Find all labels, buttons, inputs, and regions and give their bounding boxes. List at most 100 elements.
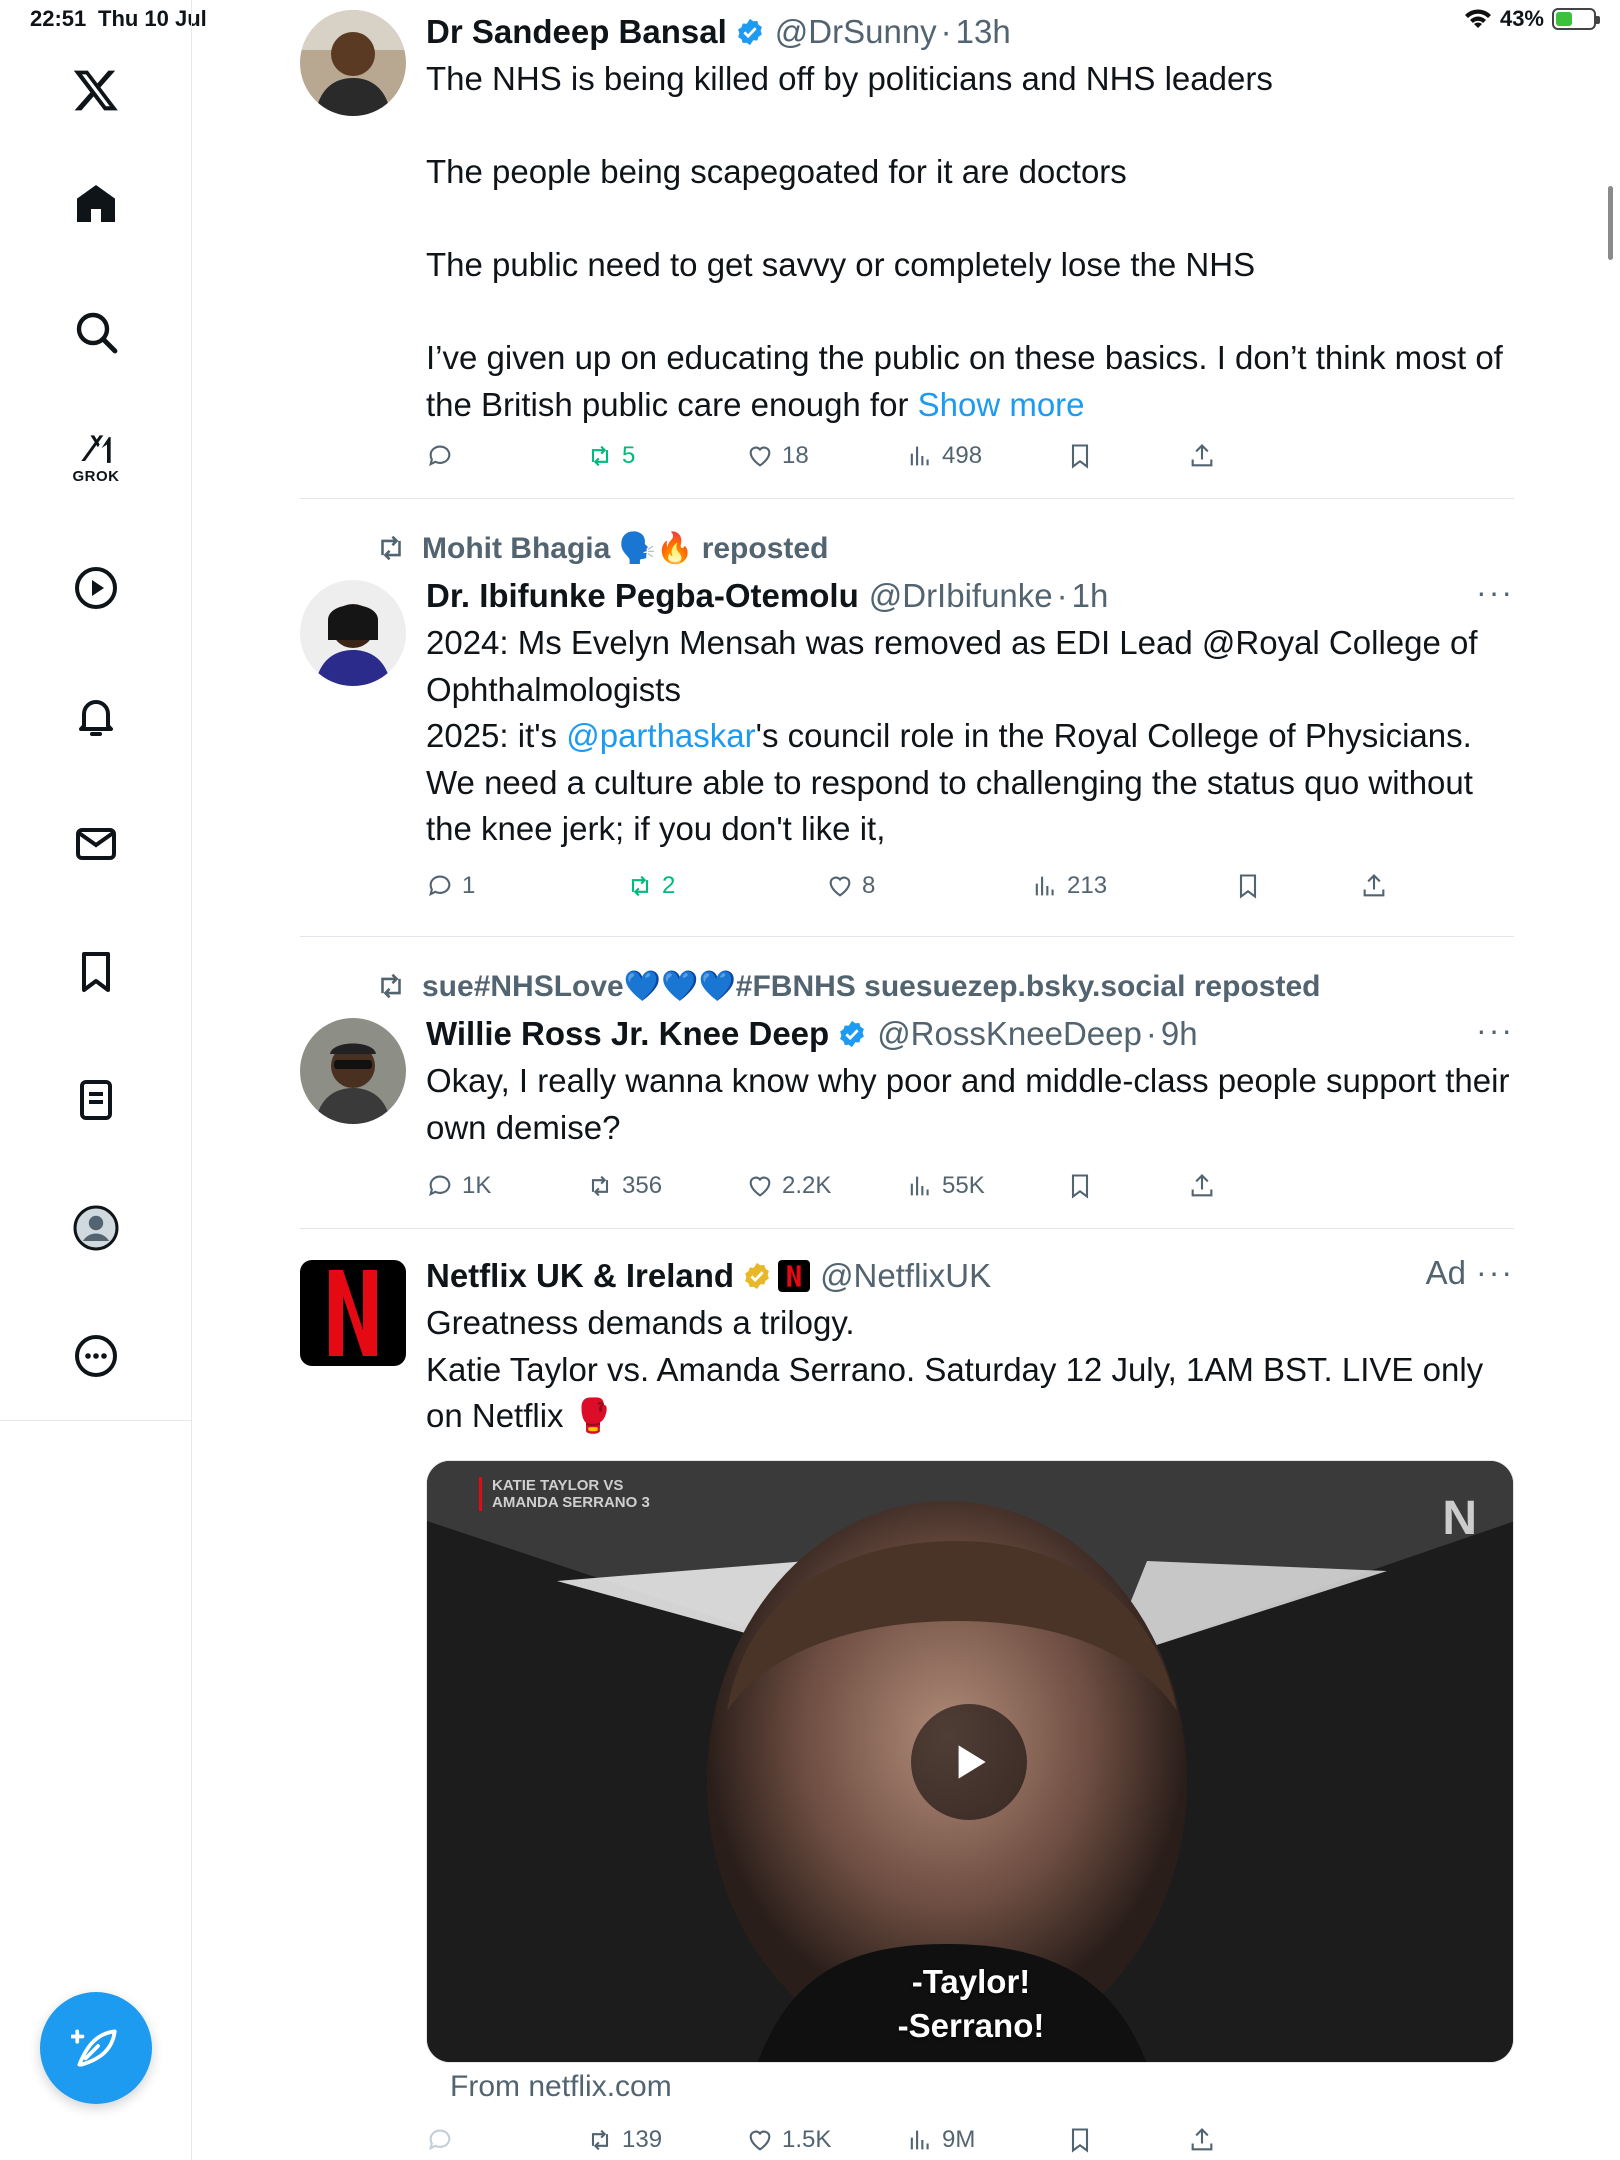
repost-attribution[interactable]: Mohit Bhagia 🗣️🔥 reposted (374, 528, 828, 568)
heart-icon (829, 876, 851, 897)
repost-attribution[interactable]: sue#NHSLove💙💙💙#FBNHS suesuezep.bsky.soci… (374, 966, 1320, 1006)
more-menu-icon[interactable]: ··· (1476, 574, 1514, 611)
ad-label: Ad (1425, 1254, 1466, 1291)
divider (300, 1228, 1514, 1229)
sidebar-divider (0, 1420, 192, 1421)
views-button[interactable]: 498 (906, 436, 982, 476)
more-options-icon[interactable] (60, 1320, 132, 1392)
bookmark-icon (1071, 444, 1089, 469)
repost-button[interactable]: 5 (586, 436, 635, 476)
share-button[interactable] (1188, 2120, 1216, 2160)
tweet-actions: 139 1.5K 9M (426, 2120, 1426, 2160)
tweet-text: The NHS is being killed off by politicia… (426, 60, 1503, 423)
repost-button[interactable]: 139 (586, 2120, 662, 2160)
tweet-time[interactable]: 1h (1072, 577, 1109, 615)
tweet-time[interactable]: 13h (956, 13, 1011, 51)
scrollbar[interactable] (1608, 186, 1613, 260)
avatar[interactable] (300, 580, 406, 686)
netflix-logo-avatar[interactable] (300, 1260, 406, 1366)
verified-badge-icon (840, 1020, 865, 1048)
bookmark-icon (1239, 874, 1257, 899)
netflix-affiliate-icon (778, 1260, 811, 1292)
author-name[interactable]: Netflix UK & Ireland (426, 1257, 734, 1295)
mention-link[interactable]: @parthaskar (566, 717, 755, 754)
grok-icon[interactable]: GROK (60, 420, 132, 492)
bookmarks-icon[interactable] (60, 936, 132, 1008)
views-button[interactable]: 55K (906, 1166, 985, 1206)
bookmark-button[interactable] (1066, 1166, 1094, 1206)
like-button[interactable]: 2.2K (746, 1166, 831, 1206)
reply-button[interactable]: 1K (426, 1166, 491, 1206)
x-logo-icon[interactable] (60, 54, 132, 126)
author-handle[interactable]: @RossKneeDeep (877, 1015, 1142, 1053)
grok-label: GROK (72, 467, 120, 485)
author-name[interactable]: Dr Sandeep Bansal (426, 13, 727, 51)
reply-icon (429, 875, 451, 897)
reply-button[interactable] (426, 2120, 462, 2160)
tweet-time[interactable]: 9h (1161, 1015, 1198, 1053)
share-icon (1191, 1174, 1213, 1197)
netflix-watermark: N (1442, 1492, 1477, 1545)
messages-icon[interactable] (60, 808, 132, 880)
reply-icon (429, 2129, 451, 2151)
reply-button[interactable] (426, 436, 462, 476)
gold-verified-badge-icon (745, 1262, 769, 1290)
share-button[interactable] (1188, 436, 1216, 476)
avatar[interactable] (300, 1018, 406, 1124)
profile-avatar-icon[interactable] (60, 1192, 132, 1264)
repost-button[interactable]: 356 (586, 1166, 662, 1206)
sidebar: GROK (0, 0, 192, 2160)
views-icon (1035, 876, 1054, 896)
home-icon[interactable] (60, 168, 132, 240)
video-player[interactable]: KATIE TAYLOR VS AMANDA SERRANO 3 N -Tayl… (426, 1460, 1514, 2063)
bookmark-button[interactable] (1234, 866, 1262, 906)
tweet-header: Willie Ross Jr. Knee Deep @RossKneeDeep … (426, 1015, 1198, 1053)
share-icon (1363, 874, 1385, 897)
repost-icon (591, 445, 609, 467)
bookmark-icon (1071, 1174, 1089, 1199)
more-menu-icon[interactable]: ··· (1476, 1254, 1514, 1291)
battery-icon (1552, 8, 1600, 30)
reply-button[interactable]: 1 (426, 866, 475, 906)
share-button[interactable] (1188, 1166, 1216, 1206)
video-subtitle-line: -Serrano! (897, 2007, 1045, 2044)
bookmark-button[interactable] (1066, 2120, 1094, 2160)
video-caption: KATIE TAYLOR VS AMANDA SERRANO 3 (479, 1477, 650, 1511)
author-handle[interactable]: @DrIbifunke (869, 577, 1053, 615)
share-button[interactable] (1360, 866, 1388, 906)
tweet-actions: 1K 356 2.2K 55K (426, 1166, 1426, 1206)
divider (300, 936, 1514, 937)
heart-icon (749, 1176, 771, 1197)
repost-by-text: sue#NHSLove💙💙💙#FBNHS suesuezep.bsky.soci… (422, 969, 1321, 1003)
like-button[interactable]: 8 (826, 866, 875, 906)
tweet-text: 2024: Ms Evelyn Mensah was removed as ED… (426, 624, 1478, 847)
more-menu-icon[interactable]: ··· (1476, 1012, 1514, 1049)
compose-feather-icon (71, 2029, 117, 2067)
views-button[interactable]: 213 (1031, 866, 1107, 906)
lists-icon[interactable] (60, 1064, 132, 1136)
play-icon (958, 1745, 986, 1779)
search-icon[interactable] (60, 296, 132, 368)
author-name[interactable]: Willie Ross Jr. Knee Deep (426, 1015, 829, 1053)
like-button[interactable]: 1.5K (746, 2120, 831, 2160)
notifications-icon[interactable] (60, 680, 132, 752)
author-name[interactable]: Dr. Ibifunke Pegba-Otemolu (426, 577, 859, 615)
tweet-header: Dr. Ibifunke Pegba-Otemolu @DrIbifunke ·… (426, 577, 1109, 615)
repost-icon (591, 1175, 609, 1197)
bookmark-icon (1071, 2128, 1089, 2153)
views-button[interactable]: 9M (906, 2120, 975, 2160)
like-button[interactable]: 18 (746, 436, 809, 476)
avatar[interactable] (300, 10, 406, 116)
views-icon (910, 2130, 929, 2150)
video-icon[interactable] (60, 552, 132, 624)
source-link[interactable]: From netflix.com (450, 2070, 672, 2104)
author-handle[interactable]: @DrSunny (775, 13, 937, 51)
play-button[interactable] (911, 1704, 1027, 1820)
repost-button[interactable]: 2 (626, 866, 675, 906)
author-handle[interactable]: @NetflixUK (820, 1257, 991, 1295)
views-icon (910, 446, 929, 466)
tweet-actions: 1 2 8 213 (426, 866, 1426, 906)
show-more-link[interactable]: Show more (918, 386, 1085, 423)
compose-button[interactable] (40, 1992, 152, 2104)
bookmark-button[interactable] (1066, 436, 1094, 476)
